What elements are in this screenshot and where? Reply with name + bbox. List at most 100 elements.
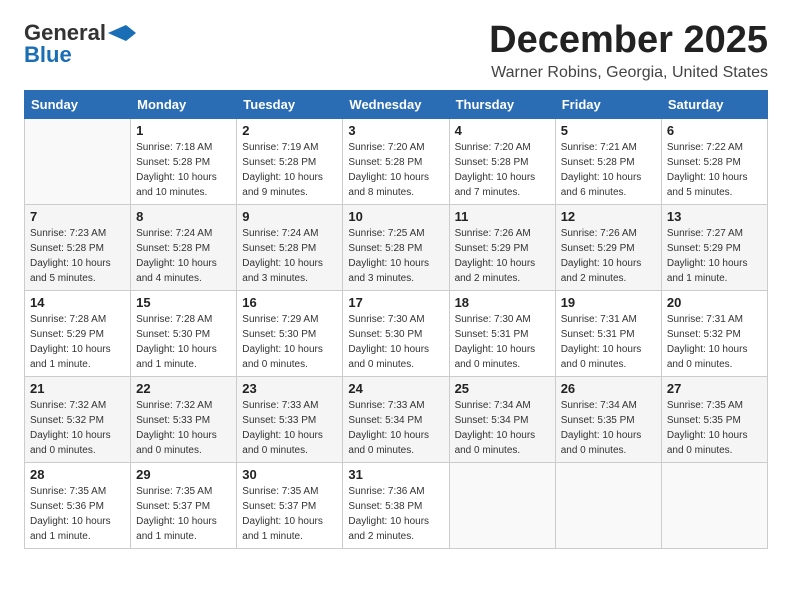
- day-info: Sunrise: 7:21 AMSunset: 5:28 PMDaylight:…: [561, 140, 656, 200]
- calendar-cell: 23 Sunrise: 7:33 AMSunset: 5:33 PMDayligh…: [237, 376, 343, 462]
- day-number: 26: [561, 381, 656, 396]
- calendar-header-sunday: Sunday: [25, 90, 131, 118]
- day-number: 5: [561, 123, 656, 138]
- calendar-week-row: 14Sunrise: 7:28 AMSunset: 5:29 PMDayligh…: [25, 290, 768, 376]
- logo-blue: Blue: [24, 42, 72, 68]
- day-number: 31: [348, 467, 443, 482]
- day-info: Sunrise: 7:36 AMSunset: 5:38 PMDaylight:…: [348, 484, 443, 544]
- day-number: 1: [136, 123, 231, 138]
- calendar-cell: 14Sunrise: 7:28 AMSunset: 5:29 PMDayligh…: [25, 290, 131, 376]
- calendar-week-row: 21 Sunrise: 7:32 AMSunset: 5:32 PMDayligh…: [25, 376, 768, 462]
- day-number: 16: [242, 295, 337, 310]
- day-number: 24: [348, 381, 443, 396]
- calendar-cell: 12 Sunrise: 7:26 AMSunset: 5:29 PMDayligh…: [555, 204, 661, 290]
- day-number: 29: [136, 467, 231, 482]
- calendar-cell: 16 Sunrise: 7:29 AMSunset: 5:30 PMDayligh…: [237, 290, 343, 376]
- day-number: 30: [242, 467, 337, 482]
- calendar-cell: [661, 462, 767, 548]
- day-info: Sunrise: 7:31 AMSunset: 5:31 PMDaylight:…: [561, 312, 656, 372]
- day-info: Sunrise: 7:22 AMSunset: 5:28 PMDaylight:…: [667, 140, 762, 200]
- month-title: December 2025: [489, 20, 768, 62]
- day-info: Sunrise: 7:29 AMSunset: 5:30 PMDaylight:…: [242, 312, 337, 372]
- day-info: Sunrise: 7:26 AMSunset: 5:29 PMDaylight:…: [455, 226, 550, 286]
- day-info: Sunrise: 7:24 AMSunset: 5:28 PMDaylight:…: [136, 226, 231, 286]
- calendar-week-row: 7 Sunrise: 7:23 AMSunset: 5:28 PMDaylight…: [25, 204, 768, 290]
- day-number: 3: [348, 123, 443, 138]
- day-info: Sunrise: 7:33 AMSunset: 5:34 PMDaylight:…: [348, 398, 443, 458]
- calendar-cell: 4Sunrise: 7:20 AMSunset: 5:28 PMDaylight…: [449, 118, 555, 204]
- calendar-cell: 19 Sunrise: 7:31 AMSunset: 5:31 PMDayligh…: [555, 290, 661, 376]
- calendar-cell: 8 Sunrise: 7:24 AMSunset: 5:28 PMDaylight…: [131, 204, 237, 290]
- day-number: 11: [455, 209, 550, 224]
- day-number: 19: [561, 295, 656, 310]
- calendar-cell: 3 Sunrise: 7:20 AMSunset: 5:28 PMDaylight…: [343, 118, 449, 204]
- calendar-cell: 1Sunrise: 7:18 AMSunset: 5:28 PMDaylight…: [131, 118, 237, 204]
- day-info: Sunrise: 7:35 AMSunset: 5:37 PMDaylight:…: [136, 484, 231, 544]
- calendar-week-row: 1Sunrise: 7:18 AMSunset: 5:28 PMDaylight…: [25, 118, 768, 204]
- day-number: 21: [30, 381, 125, 396]
- location: Warner Robins, Georgia, United States: [489, 64, 768, 82]
- calendar-header-row: SundayMondayTuesdayWednesdayThursdayFrid…: [25, 90, 768, 118]
- calendar-cell: 15 Sunrise: 7:28 AMSunset: 5:30 PMDayligh…: [131, 290, 237, 376]
- day-info: Sunrise: 7:32 AMSunset: 5:33 PMDaylight:…: [136, 398, 231, 458]
- day-number: 20: [667, 295, 762, 310]
- day-info: Sunrise: 7:19 AMSunset: 5:28 PMDaylight:…: [242, 140, 337, 200]
- calendar-header-monday: Monday: [131, 90, 237, 118]
- calendar-cell: 26 Sunrise: 7:34 AMSunset: 5:35 PMDayligh…: [555, 376, 661, 462]
- day-info: Sunrise: 7:30 AMSunset: 5:30 PMDaylight:…: [348, 312, 443, 372]
- calendar-header-wednesday: Wednesday: [343, 90, 449, 118]
- calendar-cell: 6Sunrise: 7:22 AMSunset: 5:28 PMDaylight…: [661, 118, 767, 204]
- calendar-cell: 17 Sunrise: 7:30 AMSunset: 5:30 PMDayligh…: [343, 290, 449, 376]
- day-number: 13: [667, 209, 762, 224]
- day-number: 17: [348, 295, 443, 310]
- calendar-cell: [449, 462, 555, 548]
- calendar-cell: 11 Sunrise: 7:26 AMSunset: 5:29 PMDayligh…: [449, 204, 555, 290]
- calendar-header-thursday: Thursday: [449, 90, 555, 118]
- title-section: December 2025 Warner Robins, Georgia, Un…: [489, 20, 768, 82]
- calendar-cell: 29 Sunrise: 7:35 AMSunset: 5:37 PMDayligh…: [131, 462, 237, 548]
- day-info: Sunrise: 7:28 AMSunset: 5:30 PMDaylight:…: [136, 312, 231, 372]
- day-info: Sunrise: 7:35 AMSunset: 5:35 PMDaylight:…: [667, 398, 762, 458]
- day-info: Sunrise: 7:20 AMSunset: 5:28 PMDaylight:…: [348, 140, 443, 200]
- calendar-cell: 10Sunrise: 7:25 AMSunset: 5:28 PMDayligh…: [343, 204, 449, 290]
- calendar-cell: 28 Sunrise: 7:35 AMSunset: 5:36 PMDayligh…: [25, 462, 131, 548]
- day-info: Sunrise: 7:28 AMSunset: 5:29 PMDaylight:…: [30, 312, 125, 372]
- calendar-cell: 9 Sunrise: 7:24 AMSunset: 5:28 PMDaylight…: [237, 204, 343, 290]
- day-info: Sunrise: 7:23 AMSunset: 5:28 PMDaylight:…: [30, 226, 125, 286]
- day-info: Sunrise: 7:24 AMSunset: 5:28 PMDaylight:…: [242, 226, 337, 286]
- calendar-cell: [25, 118, 131, 204]
- calendar-cell: 18 Sunrise: 7:30 AMSunset: 5:31 PMDayligh…: [449, 290, 555, 376]
- calendar-header-saturday: Saturday: [661, 90, 767, 118]
- calendar-cell: 2 Sunrise: 7:19 AMSunset: 5:28 PMDaylight…: [237, 118, 343, 204]
- day-info: Sunrise: 7:35 AMSunset: 5:37 PMDaylight:…: [242, 484, 337, 544]
- day-info: Sunrise: 7:30 AMSunset: 5:31 PMDaylight:…: [455, 312, 550, 372]
- day-number: 28: [30, 467, 125, 482]
- day-info: Sunrise: 7:35 AMSunset: 5:36 PMDaylight:…: [30, 484, 125, 544]
- day-number: 23: [242, 381, 337, 396]
- logo: General Blue: [24, 20, 136, 68]
- day-info: Sunrise: 7:26 AMSunset: 5:29 PMDaylight:…: [561, 226, 656, 286]
- calendar-cell: 13Sunrise: 7:27 AMSunset: 5:29 PMDayligh…: [661, 204, 767, 290]
- day-info: Sunrise: 7:32 AMSunset: 5:32 PMDaylight:…: [30, 398, 125, 458]
- day-number: 15: [136, 295, 231, 310]
- day-number: 2: [242, 123, 337, 138]
- day-number: 27: [667, 381, 762, 396]
- day-info: Sunrise: 7:34 AMSunset: 5:35 PMDaylight:…: [561, 398, 656, 458]
- day-number: 10: [348, 209, 443, 224]
- day-number: 7: [30, 209, 125, 224]
- day-number: 8: [136, 209, 231, 224]
- calendar-cell: 22Sunrise: 7:32 AMSunset: 5:33 PMDayligh…: [131, 376, 237, 462]
- day-info: Sunrise: 7:33 AMSunset: 5:33 PMDaylight:…: [242, 398, 337, 458]
- day-number: 9: [242, 209, 337, 224]
- calendar-week-row: 28 Sunrise: 7:35 AMSunset: 5:36 PMDayligh…: [25, 462, 768, 548]
- calendar-cell: 31 Sunrise: 7:36 AMSunset: 5:38 PMDayligh…: [343, 462, 449, 548]
- day-number: 12: [561, 209, 656, 224]
- day-number: 18: [455, 295, 550, 310]
- page-header: General Blue December 2025 Warner Robins…: [24, 20, 768, 82]
- calendar-table: SundayMondayTuesdayWednesdayThursdayFrid…: [24, 90, 768, 549]
- calendar-cell: 7 Sunrise: 7:23 AMSunset: 5:28 PMDaylight…: [25, 204, 131, 290]
- calendar-cell: 21 Sunrise: 7:32 AMSunset: 5:32 PMDayligh…: [25, 376, 131, 462]
- calendar-cell: 30 Sunrise: 7:35 AMSunset: 5:37 PMDayligh…: [237, 462, 343, 548]
- day-number: 25: [455, 381, 550, 396]
- calendar-cell: [555, 462, 661, 548]
